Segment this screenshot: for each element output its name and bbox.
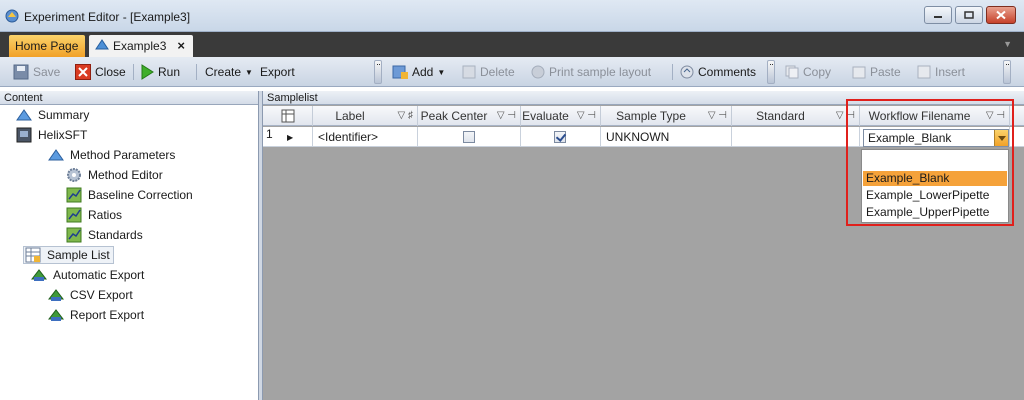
copy-icon [785,65,799,79]
minimize-button[interactable] [924,6,952,24]
cell-standard[interactable] [732,127,860,147]
save-icon [13,64,29,80]
window-title: Experiment Editor - [Example3] [24,10,191,24]
dropdown-arrow-icon: ▼ [437,67,446,77]
gear-icon [67,168,81,182]
close-window-button[interactable] [986,6,1016,24]
chart-icon [66,227,82,243]
app-icon [5,9,19,23]
tree-item-report-export[interactable]: Report Export [48,306,144,324]
filter-pin-icon[interactable]: ▽ ⊣ [708,106,727,126]
play-icon [141,64,154,80]
delete-icon [462,65,476,79]
title-bar: Experiment Editor - [Example3] [0,0,1024,32]
tab-home-page[interactable]: Home Page [9,35,85,57]
tree-item-method-editor[interactable]: Method Editor [66,166,163,184]
close-icon [996,10,1006,20]
paste-button[interactable]: Paste [852,63,901,81]
tree-item-ratios[interactable]: Ratios [66,206,122,224]
cell-sample-type[interactable]: UNKNOWN [601,127,732,147]
chevron-down-icon[interactable]: ▼ [1003,39,1012,49]
dropdown-arrow-icon: ▼ [245,67,253,77]
column-chooser[interactable] [263,106,313,126]
toolbar-grip[interactable] [1003,60,1011,84]
tab-close-icon[interactable]: × [177,38,185,53]
row-number: 1 ▶ [263,127,313,147]
tree-item-automatic-export[interactable]: Automatic Export [31,266,144,284]
filter-pin-icon[interactable]: ▽ ⊣ [577,106,596,126]
tree-item-summary[interactable]: Summary [16,106,89,124]
export-icon [48,289,64,301]
cell-evaluate[interactable] [521,127,601,147]
content-header: Content [0,91,258,105]
save-button[interactable]: Save [13,63,60,81]
copy-button[interactable]: Copy [785,63,831,81]
tab-example3[interactable]: Example3 × [89,35,193,57]
maximize-icon [964,11,974,19]
print-sample-layout-button[interactable]: Print sample layout [531,63,651,81]
export-icon [48,309,64,321]
column-header-standard[interactable]: Standard ▽ ⊣ [732,106,860,126]
create-dropdown-button[interactable]: Create ▼ [205,63,253,81]
comments-button[interactable]: Comments [680,63,756,81]
tab-bar: Home Page Example3 × ▼ [0,32,1024,57]
export-button[interactable]: Export [260,63,295,81]
tree-item-standards[interactable]: Standards [66,226,143,244]
insert-button[interactable]: Insert [917,63,965,81]
tree-item-csv-export[interactable]: CSV Export [48,286,133,304]
cell-peak-center[interactable] [418,127,521,147]
add-dropdown-button[interactable]: Add ▼ [392,63,445,81]
chart-icon [66,187,82,203]
filter-pin-icon[interactable]: ▽ ⊣ [497,106,516,126]
run-button[interactable]: Run [140,63,180,81]
tree-item-baseline-correction[interactable]: Baseline Correction [66,186,193,204]
close-doc-icon [75,64,91,80]
column-chooser-icon [281,109,295,123]
annotation-highlight-box [846,99,1014,226]
tree-item-method-parameters[interactable]: Method Parameters [48,146,175,164]
minimize-icon [934,16,942,18]
column-header-label[interactable]: Label ▽ ♯ [313,106,418,126]
tree-item-helixsft[interactable]: HelixSFT [16,126,87,144]
cell-label[interactable]: <Identifier> [313,127,418,147]
toolbar: Save Close Run Create ▼ Export Add ▼ Del… [0,57,1024,87]
table-icon [25,247,41,263]
column-header-sample-type[interactable]: Sample Type ▽ ⊣ [601,106,732,126]
filter-pin-icon[interactable]: ▽ ♯ [398,106,413,126]
add-row-icon [392,65,408,79]
summary-icon [16,109,32,121]
instrument-icon [16,127,32,143]
paste-icon [852,66,866,79]
row-indicator-icon: ▶ [287,133,294,142]
chart-icon [66,207,82,223]
tree-item-sample-list[interactable]: Sample List [23,246,114,264]
experiment-icon [95,39,109,50]
printer-icon [531,65,545,79]
column-header-peak-center[interactable]: Peak Center ▽ ⊣ [418,106,521,126]
tab-label: Example3 [113,39,167,53]
method-parameters-icon [48,149,64,161]
toolbar-grip[interactable] [767,60,775,84]
content-panel: Content Summary HelixSFT Method Paramete… [0,91,259,400]
insert-icon [917,65,931,79]
maximize-button[interactable] [955,6,983,24]
delete-button[interactable]: Delete [462,63,515,81]
toolbar-grip[interactable] [374,60,382,84]
comments-icon [680,65,694,79]
export-icon [31,269,47,281]
evaluate-checkbox[interactable] [554,131,566,143]
peak-center-checkbox[interactable] [463,131,475,143]
column-header-evaluate[interactable]: Evaluate ▽ ⊣ [521,106,601,126]
close-button[interactable]: Close [75,63,126,81]
